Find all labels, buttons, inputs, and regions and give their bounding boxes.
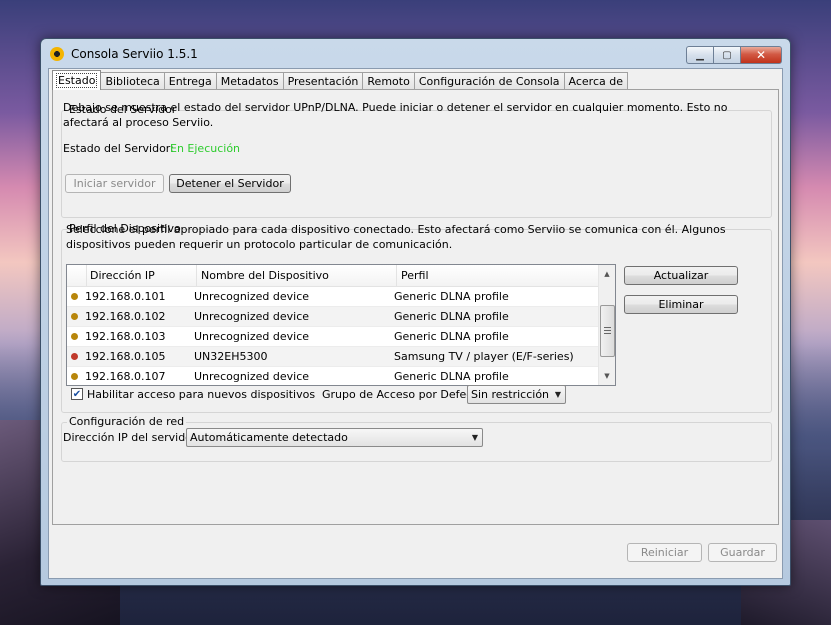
server-ip-label: Dirección IP del servidor: [63, 431, 197, 444]
chevron-down-icon: ▼: [554, 390, 561, 399]
row-ip: 192.168.0.103: [85, 330, 166, 343]
header-device-name[interactable]: Nombre del Dispositivo: [197, 265, 397, 286]
device-table-rows: 192.168.0.101 Unrecognized device Generi…: [67, 287, 599, 385]
tab-label: Remoto: [367, 75, 410, 88]
device-table: Dirección IP Nombre del Dispositivo Perf…: [66, 264, 616, 386]
header-status: [67, 265, 87, 286]
tab-label: Configuración de Consola: [418, 75, 560, 88]
tab-estado[interactable]: Estado: [52, 70, 102, 90]
serviio-console-window: Consola Serviio 1.5.1 ▁ ▢ ✕ Estado Bibli…: [40, 38, 791, 586]
header-ip[interactable]: Dirección IP: [87, 265, 197, 286]
minimize-icon[interactable]: ▁: [686, 46, 713, 64]
chevron-down-icon: ▼: [471, 433, 478, 442]
tab-remoto[interactable]: Remoto: [362, 72, 415, 90]
table-row[interactable]: 192.168.0.107 Unrecognized device Generi…: [67, 367, 599, 385]
server-ip-value: Automáticamente detectado: [190, 431, 348, 444]
row-device-name: UN32EH5300: [194, 350, 268, 363]
device-table-header: Dirección IP Nombre del Dispositivo Perf…: [67, 265, 599, 287]
table-row[interactable]: 192.168.0.102 Unrecognized device Generi…: [67, 307, 599, 327]
enable-access-checkbox[interactable]: ✔: [71, 388, 83, 400]
device-status-icon: [71, 333, 78, 340]
network-config-group-title: Configuración de red: [67, 415, 187, 428]
default-group-value: Sin restricción: [471, 388, 550, 401]
row-device-name: Unrecognized device: [194, 370, 310, 383]
row-ip: 192.168.0.102: [85, 310, 166, 323]
delete-button[interactable]: Eliminar: [624, 295, 738, 314]
tab-label: Acerca de: [568, 75, 623, 88]
window-title: Consola Serviio 1.5.1: [71, 47, 198, 61]
tab-label: Estado: [55, 73, 98, 88]
row-profile[interactable]: Samsung TV / player (E/F-series): [394, 350, 594, 363]
close-icon[interactable]: ✕: [740, 46, 782, 64]
tab-label: Biblioteca: [105, 75, 160, 88]
caption-buttons: ▁ ▢ ✕: [686, 46, 782, 64]
device-status-icon: [71, 373, 78, 380]
row-profile[interactable]: Generic DLNA profile: [394, 330, 594, 343]
row-device-name: Unrecognized device: [194, 330, 310, 343]
tab-label: Metadatos: [220, 75, 279, 88]
tab-label: Presentación: [287, 75, 359, 88]
server-status-label: Estado del Servidor:: [63, 142, 174, 155]
client-area: Estado Biblioteca Entrega Metadatos Pres…: [48, 68, 783, 579]
row-device-name: Unrecognized device: [194, 290, 310, 303]
default-group-label: Grupo de Acceso por Defecto: [322, 388, 484, 401]
row-profile[interactable]: Generic DLNA profile: [394, 290, 594, 303]
tab-entrega[interactable]: Entrega: [163, 72, 217, 90]
tab-configuracion-consola[interactable]: Configuración de Consola: [413, 72, 565, 90]
row-ip: 192.168.0.105: [85, 350, 166, 363]
default-group-dropdown[interactable]: Sin restricción ▼: [467, 385, 566, 404]
start-server-button[interactable]: Iniciar servidor: [65, 174, 164, 193]
scroll-up-arrow-icon[interactable]: ▲: [599, 267, 615, 281]
tab-metadatos[interactable]: Metadatos: [215, 72, 284, 90]
table-row[interactable]: 192.168.0.101 Unrecognized device Generi…: [67, 287, 599, 307]
header-profile[interactable]: Perfil: [397, 265, 599, 286]
scroll-down-arrow-icon[interactable]: ▼: [599, 369, 615, 383]
tab-strip: Estado Biblioteca Entrega Metadatos Pres…: [52, 70, 628, 90]
reset-button[interactable]: Reiniciar: [627, 543, 702, 562]
table-row[interactable]: 192.168.0.105 UN32EH5300 Samsung TV / pl…: [67, 347, 599, 367]
device-status-icon: [71, 353, 78, 360]
row-profile[interactable]: Generic DLNA profile: [394, 310, 594, 323]
update-button[interactable]: Actualizar: [624, 266, 738, 285]
table-row[interactable]: 192.168.0.103 Unrecognized device Generi…: [67, 327, 599, 347]
tab-label: Entrega: [168, 75, 212, 88]
serviio-app-icon: [50, 47, 64, 61]
row-ip: 192.168.0.101: [85, 290, 166, 303]
device-table-scrollbar[interactable]: ▲ ▼: [598, 265, 615, 385]
maximize-icon[interactable]: ▢: [713, 46, 740, 64]
device-status-icon: [71, 313, 78, 320]
row-ip: 192.168.0.107: [85, 370, 166, 383]
scroll-thumb[interactable]: [600, 305, 615, 357]
row-device-name: Unrecognized device: [194, 310, 310, 323]
server-description: Debajo se muestra el estado del servidor…: [63, 101, 728, 129]
row-profile[interactable]: Generic DLNA profile: [394, 370, 594, 383]
title-bar[interactable]: Consola Serviio 1.5.1 ▁ ▢ ✕: [41, 39, 790, 69]
save-button[interactable]: Guardar: [708, 543, 777, 562]
tab-biblioteca[interactable]: Biblioteca: [100, 72, 165, 90]
device-status-icon: [71, 293, 78, 300]
profile-description: Seleccione el perfil apropiado para cada…: [66, 223, 726, 251]
stop-server-button[interactable]: Detener el Servidor: [169, 174, 291, 193]
server-ip-dropdown[interactable]: Automáticamente detectado ▼: [186, 428, 483, 447]
tab-presentacion[interactable]: Presentación: [282, 72, 364, 90]
tab-acerca-de[interactable]: Acerca de: [563, 72, 628, 90]
estado-tab-panel: Estado del Servidor Debajo se muestra el…: [52, 89, 779, 525]
server-status-value: En Ejecución: [170, 142, 241, 155]
enable-access-label: Habilitar acceso para nuevos dispositivo…: [87, 388, 316, 401]
